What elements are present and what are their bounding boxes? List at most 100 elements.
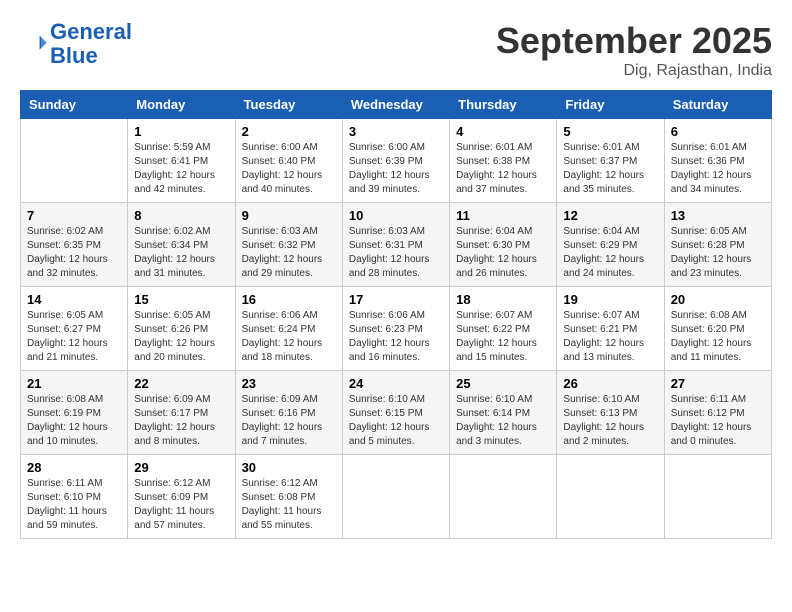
calendar-cell: 18Sunrise: 6:07 AM Sunset: 6:22 PM Dayli… — [450, 287, 557, 371]
calendar-cell: 24 Sunrise: 6:10 AM Sunset: 6:15 PM Dayli… — [342, 371, 449, 455]
day-number: 21 — [27, 376, 121, 391]
calendar-body: 1 Sunrise: 5:59 AM Sunset: 6:41 PM Daylig… — [21, 119, 772, 539]
calendar-cell: 21 Sunrise: 6:08 AM Sunset: 6:19 PM Dayli… — [21, 371, 128, 455]
logo-text: General Blue — [50, 20, 132, 68]
day-info: Sunrise: 6:12 AM Sunset: 6:09 PM Dayligh… — [134, 477, 228, 533]
calendar-cell: 15Sunrise: 6:05 AM Sunset: 6:26 PM Dayli… — [128, 287, 235, 371]
day-number: 29 — [134, 460, 228, 475]
calendar-cell: 1 Sunrise: 5:59 AM Sunset: 6:41 PM Daylig… — [128, 119, 235, 203]
weekday-header: Saturday — [664, 91, 771, 119]
calendar-cell: 6 Sunrise: 6:01 AM Sunset: 6:36 PM Daylig… — [664, 119, 771, 203]
calendar-cell: 20 Sunrise: 6:08 AM Sunset: 6:20 PM Dayli… — [664, 287, 771, 371]
day-number: 19 — [563, 292, 657, 307]
calendar-cell — [664, 455, 771, 539]
day-number: 20 — [671, 292, 765, 307]
calendar-cell: 2 Sunrise: 6:00 AM Sunset: 6:40 PM Daylig… — [235, 119, 342, 203]
day-number: 11 — [456, 208, 550, 223]
day-number: 16 — [242, 292, 336, 307]
calendar-cell: 14Sunrise: 6:05 AM Sunset: 6:27 PM Dayli… — [21, 287, 128, 371]
day-number: 3 — [349, 124, 443, 139]
calendar-cell: 10Sunrise: 6:03 AM Sunset: 6:31 PM Dayli… — [342, 203, 449, 287]
day-info: Sunrise: 6:04 AM Sunset: 6:29 PM Dayligh… — [563, 225, 657, 281]
day-number: 22 — [134, 376, 228, 391]
calendar-week-row: 28Sunrise: 6:11 AM Sunset: 6:10 PM Dayli… — [21, 455, 772, 539]
day-info: Sunrise: 6:01 AM Sunset: 6:38 PM Dayligh… — [456, 141, 550, 197]
day-number: 1 — [134, 124, 228, 139]
day-info: Sunrise: 6:10 AM Sunset: 6:15 PM Dayligh… — [349, 393, 443, 449]
calendar-cell: 30 Sunrise: 6:12 AM Sunset: 6:08 PM Dayli… — [235, 455, 342, 539]
weekday-header: Monday — [128, 91, 235, 119]
calendar-week-row: 1 Sunrise: 5:59 AM Sunset: 6:41 PM Daylig… — [21, 119, 772, 203]
calendar-cell: 4 Sunrise: 6:01 AM Sunset: 6:38 PM Daylig… — [450, 119, 557, 203]
day-info: Sunrise: 6:02 AM Sunset: 6:34 PM Dayligh… — [134, 225, 228, 281]
day-info: Sunrise: 6:10 AM Sunset: 6:14 PM Dayligh… — [456, 393, 550, 449]
day-info: Sunrise: 6:02 AM Sunset: 6:35 PM Dayligh… — [27, 225, 121, 281]
calendar-cell: 9 Sunrise: 6:03 AM Sunset: 6:32 PM Daylig… — [235, 203, 342, 287]
day-info: Sunrise: 6:05 AM Sunset: 6:28 PM Dayligh… — [671, 225, 765, 281]
day-info: Sunrise: 6:01 AM Sunset: 6:36 PM Dayligh… — [671, 141, 765, 197]
calendar-cell — [450, 455, 557, 539]
day-number: 5 — [563, 124, 657, 139]
day-number: 2 — [242, 124, 336, 139]
day-number: 30 — [242, 460, 336, 475]
logo-icon — [20, 30, 48, 58]
day-info: Sunrise: 6:08 AM Sunset: 6:20 PM Dayligh… — [671, 309, 765, 365]
day-info: Sunrise: 6:11 AM Sunset: 6:10 PM Dayligh… — [27, 477, 121, 533]
day-info: Sunrise: 6:07 AM Sunset: 6:22 PM Dayligh… — [456, 309, 550, 365]
day-info: Sunrise: 6:01 AM Sunset: 6:37 PM Dayligh… — [563, 141, 657, 197]
day-info: Sunrise: 6:03 AM Sunset: 6:31 PM Dayligh… — [349, 225, 443, 281]
day-info: Sunrise: 6:06 AM Sunset: 6:23 PM Dayligh… — [349, 309, 443, 365]
day-info: Sunrise: 6:07 AM Sunset: 6:21 PM Dayligh… — [563, 309, 657, 365]
calendar-cell: 5 Sunrise: 6:01 AM Sunset: 6:37 PM Daylig… — [557, 119, 664, 203]
day-info: Sunrise: 5:59 AM Sunset: 6:41 PM Dayligh… — [134, 141, 228, 197]
calendar-cell — [557, 455, 664, 539]
day-number: 25 — [456, 376, 550, 391]
day-number: 23 — [242, 376, 336, 391]
calendar-table: SundayMondayTuesdayWednesdayThursdayFrid… — [20, 90, 772, 539]
day-number: 17 — [349, 292, 443, 307]
calendar-cell: 28Sunrise: 6:11 AM Sunset: 6:10 PM Dayli… — [21, 455, 128, 539]
calendar-cell: 11 Sunrise: 6:04 AM Sunset: 6:30 PM Dayli… — [450, 203, 557, 287]
day-info: Sunrise: 6:08 AM Sunset: 6:19 PM Dayligh… — [27, 393, 121, 449]
weekday-header: Wednesday — [342, 91, 449, 119]
day-number: 24 — [349, 376, 443, 391]
title-block: September 2025 Dig, Rajasthan, India — [496, 20, 772, 80]
day-info: Sunrise: 6:11 AM Sunset: 6:12 PM Dayligh… — [671, 393, 765, 449]
weekday-header: Friday — [557, 91, 664, 119]
calendar-cell: 13Sunrise: 6:05 AM Sunset: 6:28 PM Dayli… — [664, 203, 771, 287]
calendar-cell: 22 Sunrise: 6:09 AM Sunset: 6:17 PM Dayli… — [128, 371, 235, 455]
calendar-cell: 3 Sunrise: 6:00 AM Sunset: 6:39 PM Daylig… — [342, 119, 449, 203]
page-header: General Blue September 2025 Dig, Rajasth… — [20, 20, 772, 80]
calendar-cell: 27 Sunrise: 6:11 AM Sunset: 6:12 PM Dayli… — [664, 371, 771, 455]
day-number: 9 — [242, 208, 336, 223]
day-info: Sunrise: 6:03 AM Sunset: 6:32 PM Dayligh… — [242, 225, 336, 281]
day-info: Sunrise: 6:00 AM Sunset: 6:39 PM Dayligh… — [349, 141, 443, 197]
calendar-week-row: 7 Sunrise: 6:02 AM Sunset: 6:35 PM Daylig… — [21, 203, 772, 287]
day-number: 7 — [27, 208, 121, 223]
day-number: 26 — [563, 376, 657, 391]
logo-line1: General — [50, 19, 132, 44]
day-number: 27 — [671, 376, 765, 391]
calendar-cell: 16 Sunrise: 6:06 AM Sunset: 6:24 PM Dayli… — [235, 287, 342, 371]
calendar-cell: 7 Sunrise: 6:02 AM Sunset: 6:35 PM Daylig… — [21, 203, 128, 287]
day-number: 12 — [563, 208, 657, 223]
calendar-cell: 12 Sunrise: 6:04 AM Sunset: 6:29 PM Dayli… — [557, 203, 664, 287]
day-number: 4 — [456, 124, 550, 139]
calendar-cell — [342, 455, 449, 539]
day-number: 6 — [671, 124, 765, 139]
day-info: Sunrise: 6:09 AM Sunset: 6:16 PM Dayligh… — [242, 393, 336, 449]
calendar-header-row: SundayMondayTuesdayWednesdayThursdayFrid… — [21, 91, 772, 119]
day-info: Sunrise: 6:06 AM Sunset: 6:24 PM Dayligh… — [242, 309, 336, 365]
weekday-header: Tuesday — [235, 91, 342, 119]
calendar-cell: 19 Sunrise: 6:07 AM Sunset: 6:21 PM Dayli… — [557, 287, 664, 371]
calendar-week-row: 21 Sunrise: 6:08 AM Sunset: 6:19 PM Dayli… — [21, 371, 772, 455]
day-info: Sunrise: 6:12 AM Sunset: 6:08 PM Dayligh… — [242, 477, 336, 533]
weekday-header: Thursday — [450, 91, 557, 119]
day-number: 15 — [134, 292, 228, 307]
day-info: Sunrise: 6:09 AM Sunset: 6:17 PM Dayligh… — [134, 393, 228, 449]
calendar-cell: 29 Sunrise: 6:12 AM Sunset: 6:09 PM Dayli… — [128, 455, 235, 539]
calendar-cell: 17 Sunrise: 6:06 AM Sunset: 6:23 PM Dayli… — [342, 287, 449, 371]
day-info: Sunrise: 6:00 AM Sunset: 6:40 PM Dayligh… — [242, 141, 336, 197]
day-number: 14 — [27, 292, 121, 307]
day-info: Sunrise: 6:04 AM Sunset: 6:30 PM Dayligh… — [456, 225, 550, 281]
